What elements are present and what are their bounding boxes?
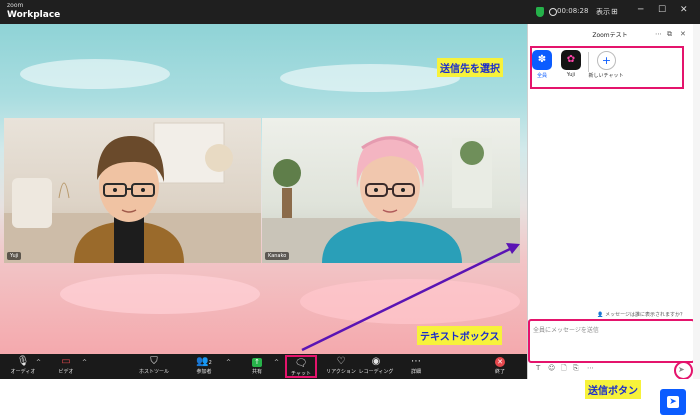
annotation-arrow (301, 243, 520, 352)
